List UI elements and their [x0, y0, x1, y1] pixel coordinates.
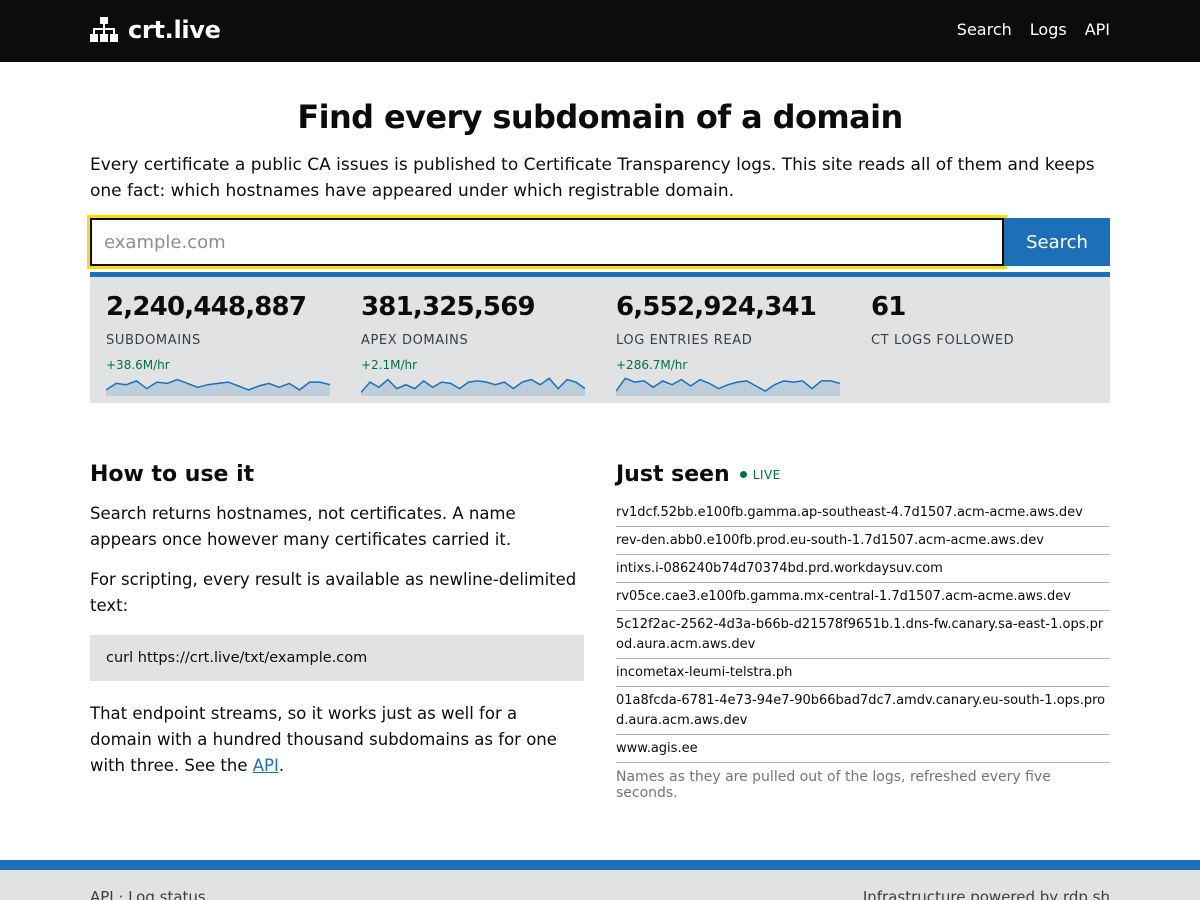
list-item: rv1dcf.52bb.e100fb.gamma.ap-southeast-4.… [616, 499, 1110, 527]
live-badge: LIVE [752, 467, 781, 482]
footer-api-link[interactable]: API [90, 888, 114, 900]
list-item: 01a8fcda-6781-4e73-94e7-90b66bad7dc7.amd… [616, 687, 1110, 735]
just-seen-header: Just seen LIVE [616, 462, 1110, 487]
how-title: How to use it [90, 462, 255, 487]
stat-value: 61 [871, 292, 906, 322]
intro-text: Every certificate a public CA issues is … [90, 155, 1095, 201]
how-paragraph-2: For scripting, every result is available… [90, 570, 577, 615]
list-item: www.agis.ee [616, 735, 1110, 763]
stat-label: APEX DOMAINS [361, 333, 469, 348]
how-paragraph-3-text: That endpoint streams, so it works just … [90, 704, 557, 775]
footer-links: API · Log status [90, 888, 206, 900]
footer-log-status-link[interactable]: Log status [128, 888, 206, 900]
list-item: intixs.i-086240b74d70374bd.prd.workdaysu… [616, 555, 1110, 583]
footer-credit: Infrastructure powered by rdp.sh [863, 888, 1110, 900]
sparkline-apex-domains [361, 377, 585, 396]
nav-logs[interactable]: Logs [1030, 20, 1067, 39]
stat-label: SUBDOMAINS [106, 333, 201, 348]
page-title: Find every subdomain of a domain [297, 98, 903, 136]
stat-rate: +286.7M/hr [616, 358, 688, 372]
api-link[interactable]: API [253, 756, 279, 775]
stats-panel: 2,240,448,887 SUBDOMAINS +38.6M/hr 381,3… [90, 272, 1110, 403]
sparkline-area [616, 378, 840, 396]
live-dot-icon [739, 471, 747, 478]
search-form: Search [87, 215, 1110, 269]
stat-value: 2,240,448,887 [106, 292, 307, 322]
footer-credit-text: Infrastructure powered by [862, 888, 1063, 900]
stat-rate: +38.6M/hr [106, 358, 170, 372]
sparkline-log-entries [616, 377, 840, 396]
list-item: rv05ce.cae3.e100fb.gamma.mx-central-1.7d… [616, 583, 1110, 611]
stat-log-entries: 6,552,924,341 LOG ENTRIES READ +286.7M/h… [616, 291, 846, 396]
just-seen-list: rv1dcf.52bb.e100fb.gamma.ap-southeast-4.… [616, 499, 1110, 763]
how-paragraph-3-end: . [278, 756, 285, 775]
footer-rdp-link[interactable]: rdp.sh [1063, 888, 1110, 900]
list-item: 5c12f2ac-2562-4d3a-b66b-d21578f9651b.1.d… [616, 611, 1110, 659]
list-item: rev-den.abb0.e100fb.prod.eu-south-1.7d15… [616, 527, 1110, 555]
stat-value: 381,325,569 [361, 292, 536, 322]
how-paragraph-1: Search returns hostnames, not certificat… [90, 504, 516, 549]
top-bar: crt.live Search Logs API [0, 0, 1200, 62]
search-button[interactable]: Search [1004, 218, 1110, 266]
stat-label: LOG ENTRIES READ [616, 333, 753, 348]
just-seen-title: Just seen [616, 462, 730, 487]
main-nav: Search Logs API [957, 20, 1110, 39]
sitemap-icon [90, 17, 118, 42]
just-seen-section: Just seen LIVE rv1dcf.52bb.e100fb.gamma.… [616, 462, 1110, 801]
stat-apex-domains: 381,325,569 APEX DOMAINS +2.1M/hr [361, 291, 591, 396]
footer-separator: · [118, 888, 124, 900]
stat-ct-logs: 61 CT LOGS FOLLOWED [871, 291, 1101, 348]
stat-rate: +2.1M/hr [361, 358, 418, 372]
how-paragraph-3: That endpoint streams, so it works just … [90, 701, 584, 779]
search-input[interactable] [87, 215, 1007, 269]
brand-name: crt.live [128, 16, 221, 44]
list-item: incometax-leumi-telstra.ph [616, 659, 1110, 687]
brand-link[interactable]: crt.live [90, 16, 221, 44]
stat-label: CT LOGS FOLLOWED [871, 333, 1015, 348]
footer: API · Log status Infrastructure powered … [0, 860, 1200, 900]
just-seen-note: Names as they are pulled out of the logs… [616, 769, 1051, 801]
stat-value: 6,552,924,341 [616, 292, 817, 322]
stat-subdomains: 2,240,448,887 SUBDOMAINS +38.6M/hr [106, 291, 336, 396]
nav-api[interactable]: API [1085, 20, 1110, 39]
sparkline-subdomains [106, 378, 330, 396]
how-to-use-section: How to use it Search returns hostnames, … [90, 462, 584, 779]
nav-search[interactable]: Search [957, 20, 1012, 39]
curl-example: curl https://crt.live/txt/example.com [90, 635, 584, 681]
